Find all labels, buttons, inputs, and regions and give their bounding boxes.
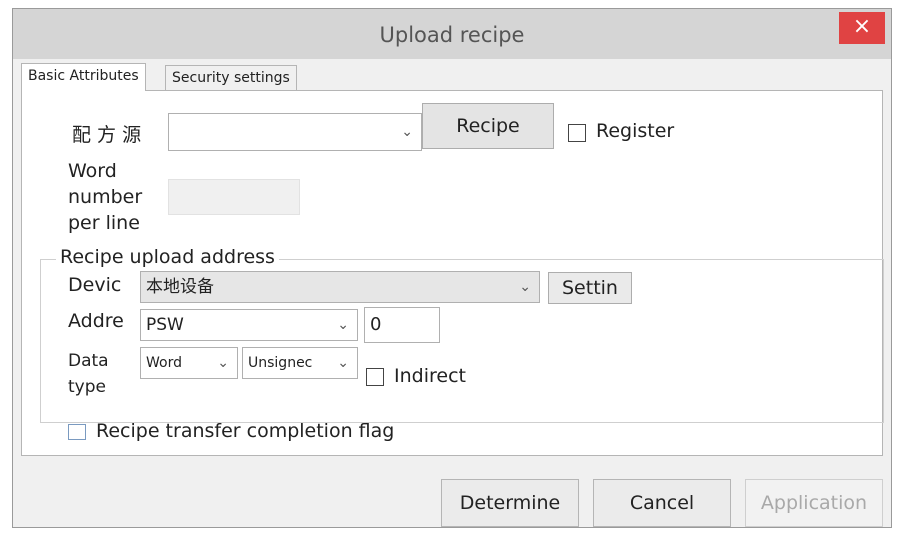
upload-recipe-dialog: Upload recipe × Basic Attributes Securit… <box>12 8 892 528</box>
address-value: 0 <box>370 314 382 335</box>
chevron-down-icon: ⌄ <box>401 124 413 140</box>
close-button[interactable]: × <box>839 12 885 44</box>
window-title: Upload recipe <box>379 23 525 47</box>
data-type-label-line2: type <box>68 377 106 397</box>
register-label: Register <box>596 120 675 142</box>
tab-security-settings[interactable]: Security settings <box>165 65 297 91</box>
tab-basic-attributes[interactable]: Basic Attributes <box>21 63 146 91</box>
settings-button[interactable]: Settin <box>548 272 632 304</box>
upload-address-title: Recipe upload address <box>56 246 279 268</box>
address-type-select[interactable]: PSW ⌄ <box>140 309 358 341</box>
recipe-button[interactable]: Recipe <box>422 103 554 149</box>
basic-attributes-panel: 配 方 源 ⌄ Recipe Register Word number per … <box>21 90 884 456</box>
device-label: Devic <box>68 274 122 296</box>
completion-flag-label: Recipe transfer completion flag <box>96 420 395 442</box>
data-type-label-line1: Data <box>68 351 109 371</box>
chevron-down-icon: ⌄ <box>519 279 531 295</box>
determine-button[interactable]: Determine <box>441 479 579 527</box>
word-number-label-line3: per line <box>68 212 140 234</box>
word-number-label-line2: number <box>68 186 143 208</box>
application-button[interactable]: Application <box>745 479 883 527</box>
data-type-sign-value: Unsignec <box>248 355 313 371</box>
cancel-button[interactable]: Cancel <box>593 479 731 527</box>
data-type-size-value: Word <box>146 355 182 371</box>
close-icon: × <box>852 14 872 39</box>
chevron-down-icon: ⌄ <box>337 355 349 371</box>
address-input[interactable]: 0 <box>364 307 440 343</box>
device-select[interactable]: 本地设备 ⌄ <box>140 271 540 303</box>
data-type-sign-select[interactable]: Unsignec ⌄ <box>242 347 358 379</box>
word-number-label-line1: Word <box>68 160 117 182</box>
device-value: 本地设备 <box>146 277 214 297</box>
completion-flag-checkbox[interactable] <box>68 424 86 440</box>
title-bar: Upload recipe × <box>13 9 891 59</box>
word-number-input[interactable] <box>168 179 300 215</box>
recipe-source-label: 配 方 源 <box>72 124 142 146</box>
chevron-down-icon: ⌄ <box>217 355 229 371</box>
indirect-checkbox[interactable] <box>366 368 384 386</box>
indirect-label: Indirect <box>394 365 466 387</box>
data-type-size-select[interactable]: Word ⌄ <box>140 347 238 379</box>
address-label: Addre <box>68 310 124 332</box>
address-type-value: PSW <box>146 315 184 335</box>
recipe-source-select[interactable]: ⌄ <box>168 113 422 151</box>
register-checkbox[interactable] <box>568 124 586 142</box>
chevron-down-icon: ⌄ <box>337 317 349 333</box>
